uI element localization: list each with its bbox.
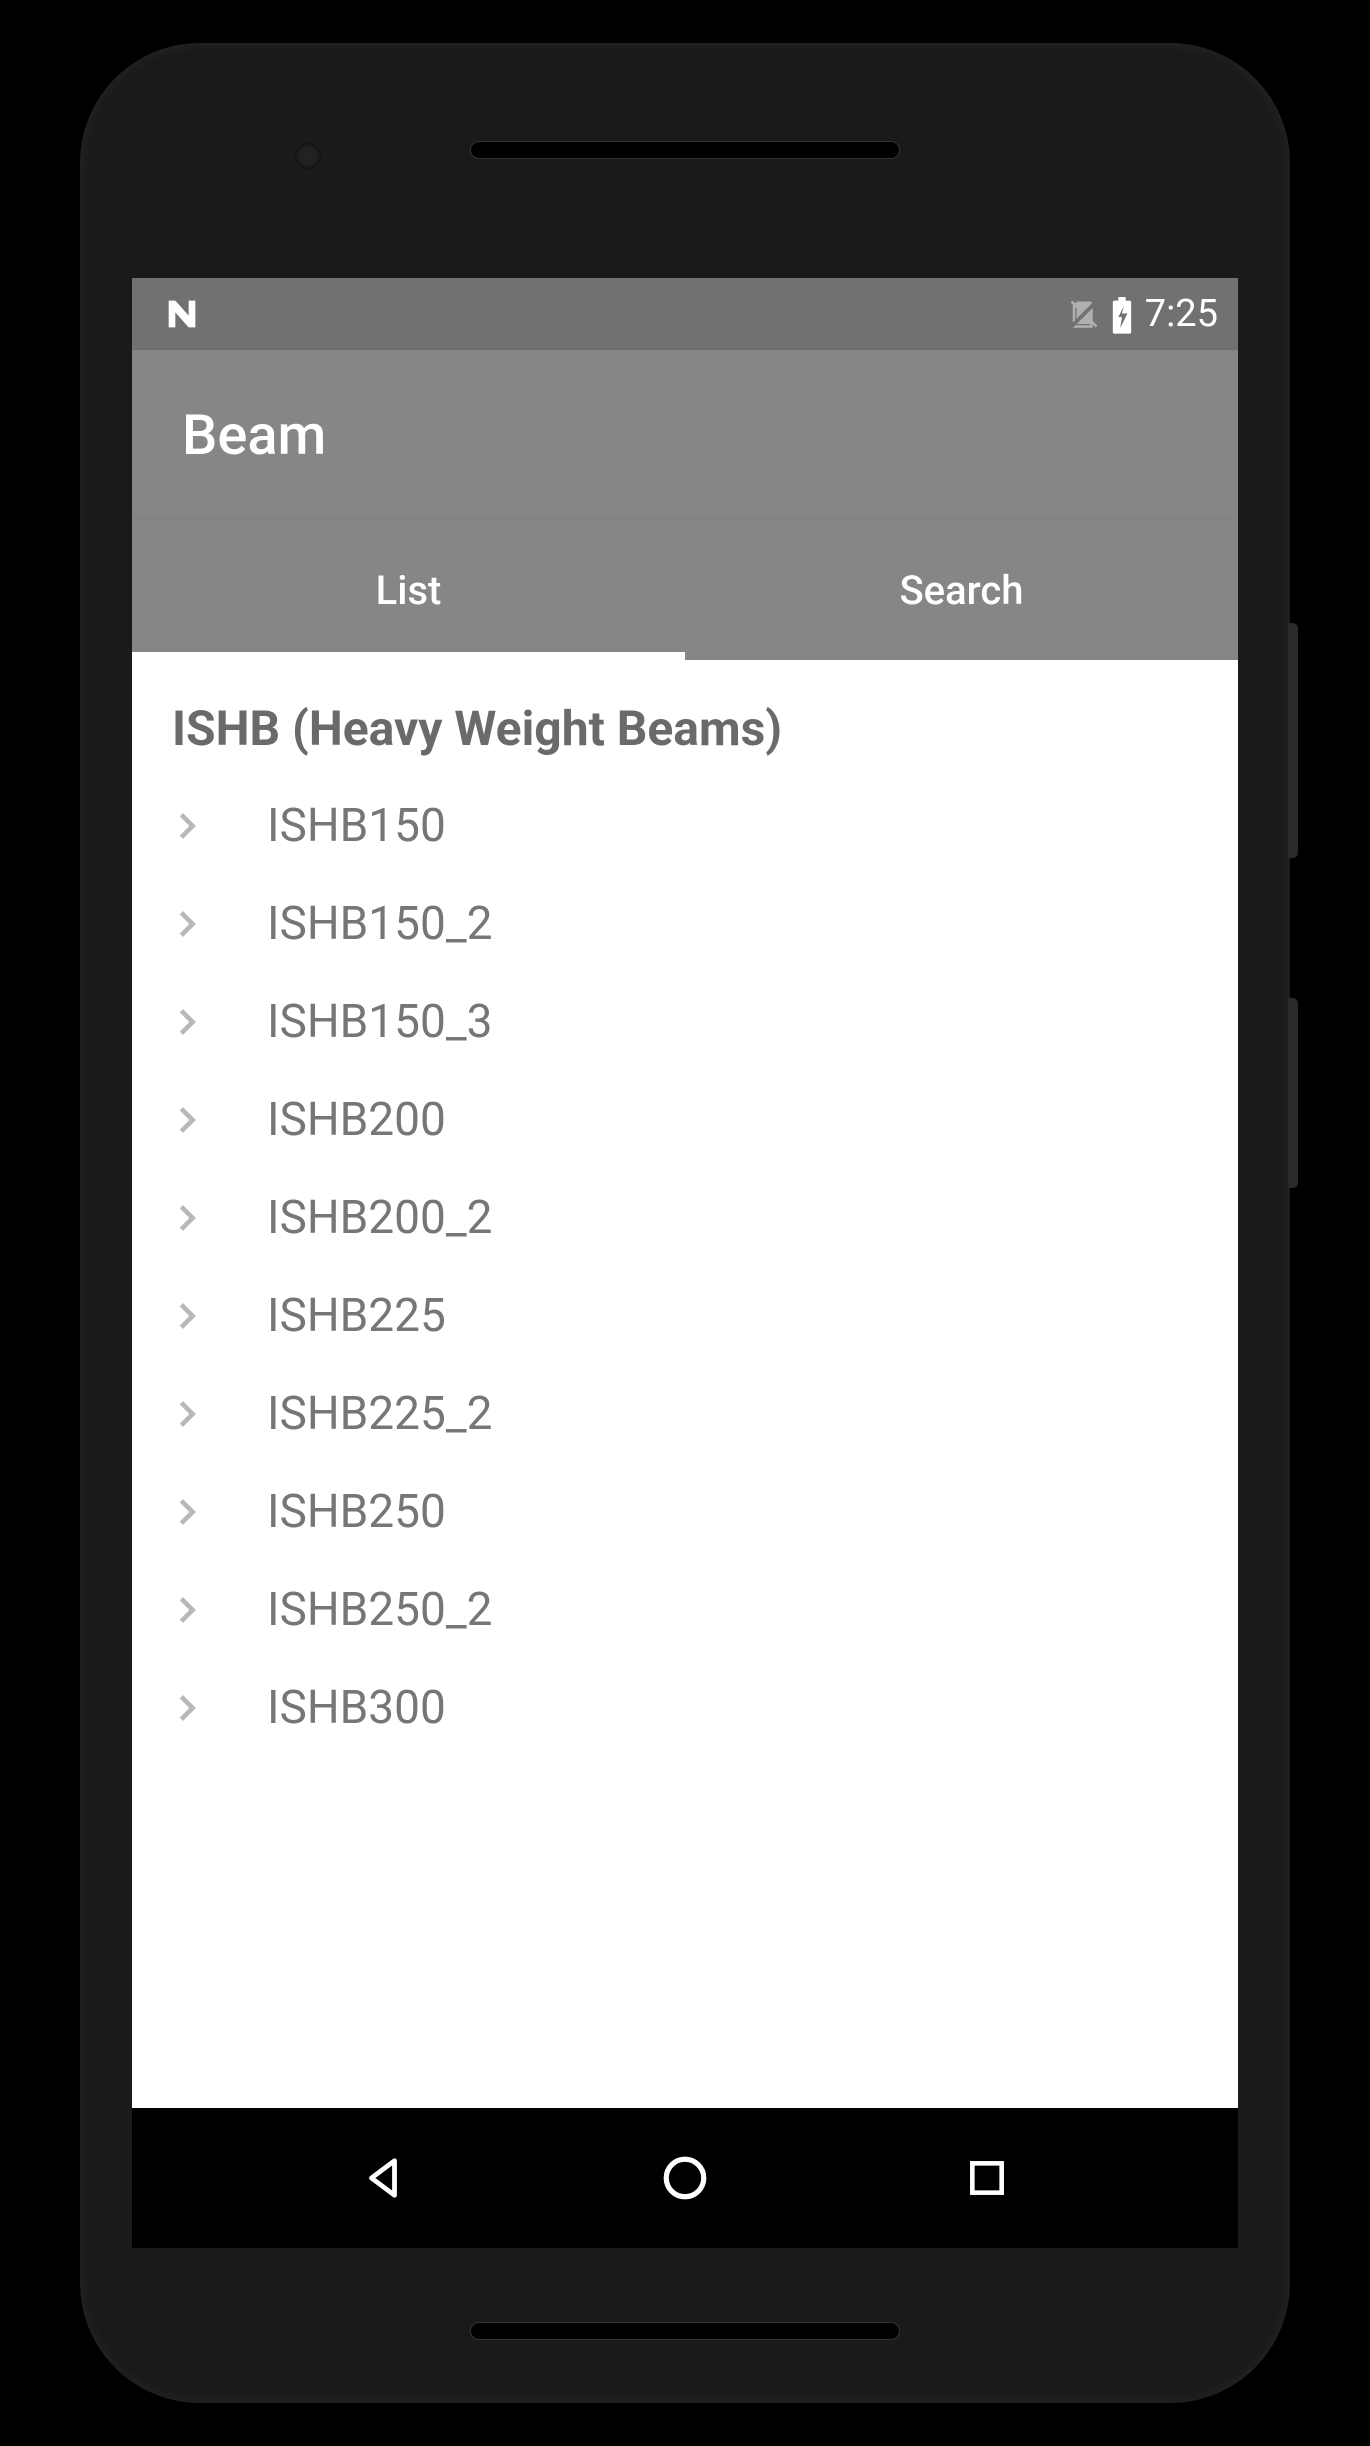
list-item-label: ISHB150_3 <box>267 995 492 1049</box>
chevron-right-icon <box>172 1007 202 1037</box>
battery-charging-icon <box>1111 297 1133 331</box>
list-item-label: ISHB150_2 <box>267 897 492 951</box>
list-item[interactable]: ISHB150_2 <box>132 875 1238 973</box>
front-camera <box>295 143 321 169</box>
list-item[interactable]: ISHB150 <box>132 777 1238 875</box>
tab-search[interactable]: Search <box>685 520 1238 660</box>
list-item-label: ISHB225 <box>267 1289 446 1343</box>
tab-list[interactable]: List <box>132 520 685 660</box>
list-item-label: ISHB300 <box>267 1681 446 1735</box>
status-left <box>162 294 202 334</box>
list-item[interactable]: ISHB250_2 <box>132 1561 1238 1659</box>
chevron-right-icon <box>172 909 202 939</box>
android-n-icon <box>162 294 202 334</box>
tab-list-label: List <box>376 567 442 614</box>
list-item-label: ISHB250_2 <box>267 1583 492 1637</box>
home-button[interactable] <box>655 2148 715 2208</box>
phone-body: 7:25 Beam List Search ISHB (Heavy Weight… <box>80 43 1290 2403</box>
chevron-right-icon <box>172 1399 202 1429</box>
list-item[interactable]: ISHB150_3 <box>132 973 1238 1071</box>
list-item-label: ISHB225_2 <box>267 1387 492 1441</box>
list-item[interactable]: ISHB225_2 <box>132 1365 1238 1463</box>
list-item-label: ISHB200 <box>267 1093 446 1147</box>
chevron-right-icon <box>172 1497 202 1527</box>
chevron-right-icon <box>172 1595 202 1625</box>
list-item[interactable]: ISHB225 <box>132 1267 1238 1365</box>
status-time: 7:25 <box>1145 292 1218 336</box>
chevron-right-icon <box>172 1301 202 1331</box>
tab-bar: List Search <box>132 520 1238 660</box>
phone-frame: 7:25 Beam List Search ISHB (Heavy Weight… <box>0 0 1370 2446</box>
app-title: Beam <box>182 402 326 468</box>
app-bar: Beam <box>132 350 1238 520</box>
beam-list: ISHB150 ISHB150_2 ISHB150_3 ISHB200 ISHB200_… <box>132 777 1238 1757</box>
content-area[interactable]: ISHB (Heavy Weight Beams) ISHB150ISHB150… <box>132 660 1238 2108</box>
list-item[interactable]: ISHB250 <box>132 1463 1238 1561</box>
list-item[interactable]: ISHB300 <box>132 1659 1238 1757</box>
volume-button <box>1288 623 1298 858</box>
section-header: ISHB (Heavy Weight Beams) <box>132 700 1238 777</box>
power-button <box>1288 998 1298 1188</box>
phone-speaker <box>470 141 900 159</box>
status-bar: 7:25 <box>132 278 1238 350</box>
list-item-label: ISHB200_2 <box>267 1191 492 1245</box>
no-sim-icon <box>1069 299 1099 329</box>
list-item[interactable]: ISHB200_2 <box>132 1169 1238 1267</box>
tab-search-label: Search <box>899 567 1023 614</box>
screen: 7:25 Beam List Search ISHB (Heavy Weight… <box>132 278 1238 2248</box>
status-right: 7:25 <box>1069 292 1218 336</box>
chevron-right-icon <box>172 1105 202 1135</box>
list-item-label: ISHB150 <box>267 799 446 853</box>
recent-apps-button[interactable] <box>957 2148 1017 2208</box>
chevron-right-icon <box>172 1203 202 1233</box>
list-item[interactable]: ISHB200 <box>132 1071 1238 1169</box>
back-button[interactable] <box>353 2148 413 2208</box>
chevron-right-icon <box>172 811 202 841</box>
list-item-label: ISHB250 <box>267 1485 446 1539</box>
android-nav-bar <box>132 2108 1238 2248</box>
chevron-right-icon <box>172 1693 202 1723</box>
bottom-speaker <box>470 2322 900 2340</box>
